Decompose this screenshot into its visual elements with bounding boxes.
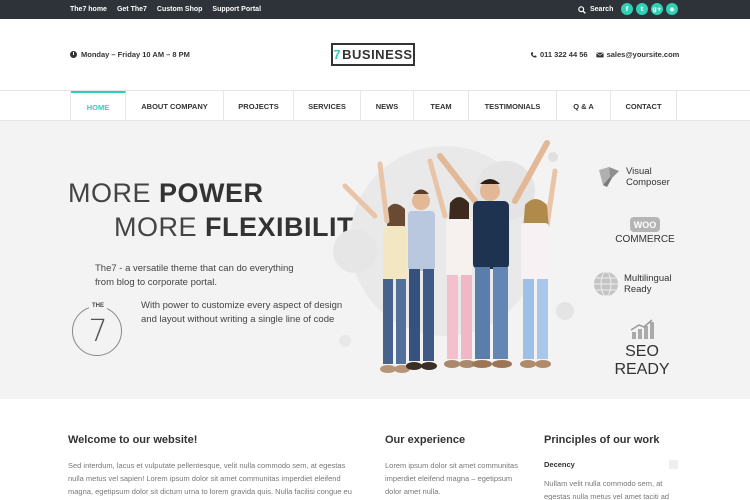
nav-item-qa[interactable]: Q & A	[557, 91, 611, 121]
email-item: sales@yoursite.com	[595, 50, 680, 59]
twitter-icon[interactable]: t	[636, 3, 648, 15]
hero-slider: MORE POWER MORE FLEXIBILITY The7 - a ver…	[0, 121, 750, 399]
search-button[interactable]: Search	[578, 0, 613, 19]
social-links: f t g+ ◉	[621, 3, 678, 15]
nav-item-about-company[interactable]: ABOUT COMPANY	[126, 91, 224, 121]
feature-woocommerce: WOO COMMERCE	[614, 217, 676, 245]
content-section: Welcome to our website! Sed interdum, la…	[0, 399, 750, 500]
accordion-decency-title[interactable]: Decency	[544, 460, 575, 469]
experience-text: Lorem ipsum dolor sit amet communitas im…	[385, 461, 518, 496]
nav-item-projects[interactable]: PROJECTS	[224, 91, 294, 121]
site-header: Monday – Friday 10 AM – 8 PM 7 BUSINESS …	[0, 19, 750, 91]
logo-seven: 7	[333, 47, 342, 62]
opening-hours: Monday – Friday 10 AM – 8 PM	[70, 50, 190, 59]
badge-number: 7	[88, 314, 108, 349]
phone-item: 011 322 44 56	[530, 50, 588, 59]
google-plus-icon[interactable]: g+	[651, 3, 663, 15]
badge-top-text: THE	[89, 303, 107, 309]
logo-text: BUSINESS	[342, 47, 413, 62]
top-bar: The7 home Get The7 Custom Shop Support P…	[0, 0, 750, 19]
feature-multilingual: Multilingual Ready	[593, 271, 684, 297]
search-icon	[578, 5, 586, 14]
phone-icon	[530, 51, 537, 58]
feature-commerce-label: COMMERCE	[615, 234, 675, 245]
accordion-toggle-icon[interactable]	[669, 460, 678, 469]
nav-item-testimonials[interactable]: TESTIMONIALS	[469, 91, 557, 121]
hero-description: The7 - a versatile theme that can do eve…	[95, 263, 294, 288]
hero-badge-text: With power to customize every aspect of …	[141, 300, 343, 325]
welcome-text: Sed interdum, lacus et vulputate pellent…	[68, 461, 352, 496]
link-support-portal[interactable]: Support Portal	[212, 6, 261, 13]
main-nav: HOME ABOUT COMPANY PROJECTS SERVICES NEW…	[0, 91, 750, 121]
welcome-title: Welcome to our website!	[68, 434, 198, 446]
nav-item-team[interactable]: TEAM	[414, 91, 469, 121]
nav-item-contact[interactable]: CONTACT	[611, 91, 677, 121]
search-label: Search	[590, 6, 614, 13]
nav-item-news[interactable]: NEWS	[361, 91, 414, 121]
nav-list: HOME ABOUT COMPANY PROJECTS SERVICES NEW…	[70, 91, 677, 121]
team-photo	[333, 140, 574, 373]
principles-title: Principles of our work	[544, 434, 660, 446]
globe-icon	[594, 271, 618, 297]
experience-title: Our experience	[385, 434, 466, 446]
clock-icon	[70, 51, 77, 58]
feature-visual-composer: Visual Composer	[597, 165, 684, 189]
header-contact: 011 322 44 56 sales@yoursite.com	[530, 50, 679, 59]
mail-icon	[595, 52, 604, 57]
link-custom-shop[interactable]: Custom Shop	[157, 6, 203, 13]
visual-composer-icon	[599, 167, 619, 187]
feature-visual-composer-label: Visual Composer	[626, 166, 670, 188]
link-the7-home[interactable]: The7 home	[70, 6, 107, 13]
link-get-the7[interactable]: Get The7	[117, 6, 147, 13]
principles-text: Nullam velit nulla commodo sem, at egest…	[544, 479, 670, 500]
feature-seo: SEO READY	[612, 319, 672, 379]
feature-multilingual-label: Multilingual Ready	[624, 273, 672, 295]
email-address[interactable]: sales@yoursite.com	[607, 50, 680, 59]
feature-list: Visual Composer WOO COMMERCE Multilingua…	[590, 121, 700, 399]
hours-text: Monday – Friday 10 AM – 8 PM	[81, 50, 190, 59]
hero-headline-1: MORE POWER	[68, 178, 264, 208]
phone-number: 011 322 44 56	[540, 50, 588, 59]
facebook-icon[interactable]: f	[621, 3, 633, 15]
nav-item-home[interactable]: HOME	[71, 91, 126, 121]
dribbble-icon[interactable]: ◉	[666, 3, 678, 15]
chart-growth-icon	[630, 319, 654, 339]
nav-item-services[interactable]: SERVICES	[294, 91, 361, 121]
site-logo[interactable]: 7 BUSINESS	[331, 43, 415, 66]
top-links: The7 home Get The7 Custom Shop Support P…	[70, 0, 261, 19]
the7-badge: THE 7	[72, 303, 122, 356]
feature-seo-label: SEO READY	[614, 343, 670, 378]
woo-icon: WOO	[630, 217, 660, 232]
